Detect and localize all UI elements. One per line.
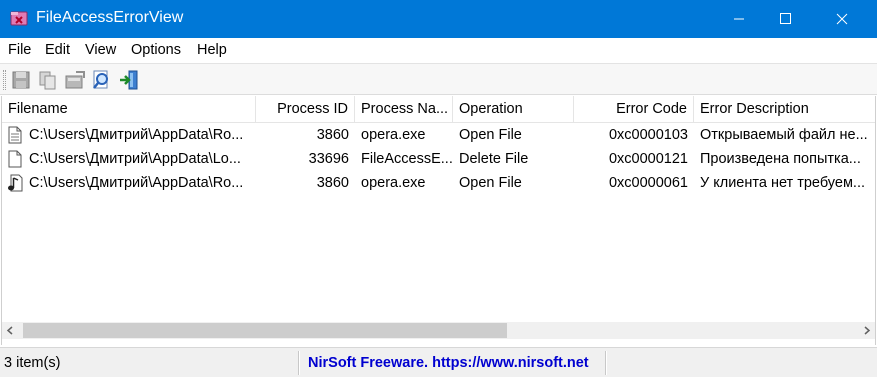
menu-help[interactable]: Help — [197, 42, 227, 58]
column-header-error-code[interactable]: Error Code — [574, 96, 694, 123]
scroll-left-button[interactable] — [2, 322, 19, 339]
cell-error-code: 0xc0000103 — [608, 127, 688, 143]
cell-error-description: Произведена попытка... — [700, 151, 861, 167]
column-header-process-name[interactable]: Process Na... — [355, 96, 453, 123]
cell-process-name: FileAccessE... — [361, 151, 453, 167]
maximize-button[interactable] — [762, 0, 808, 38]
scroll-left-icon — [6, 326, 13, 335]
status-divider — [605, 351, 607, 375]
cell-filename: C:\Users\Дмитрий\AppData\Ro... — [29, 175, 244, 191]
cell-process-id: 33696 — [308, 151, 349, 167]
table-row[interactable]: C:\Users\Дмитрий\AppData\Lo... 33696 Fil… — [2, 147, 875, 171]
blank-file-icon — [8, 150, 22, 168]
table-row[interactable]: C:\Users\Дмитрий\AppData\Ro... 3860 oper… — [2, 123, 875, 147]
file-errors-list[interactable]: Filename Process ID Process Na... Operat… — [1, 96, 876, 345]
minimize-button[interactable] — [716, 0, 762, 38]
menu-options[interactable]: Options — [131, 42, 181, 58]
menu-view[interactable]: View — [85, 42, 116, 58]
properties-icon — [65, 71, 85, 89]
music-file-icon — [8, 174, 23, 192]
toolbar — [0, 63, 877, 95]
cell-error-code: 0xc0000061 — [608, 175, 688, 191]
column-header-filename[interactable]: Filename — [2, 96, 256, 123]
cell-process-name: opera.exe — [361, 127, 426, 143]
maximize-icon — [780, 13, 791, 24]
cell-operation: Open File — [459, 175, 522, 191]
find-button[interactable] — [91, 69, 113, 91]
status-divider — [298, 351, 300, 375]
column-header-operation[interactable]: Operation — [453, 96, 574, 123]
nirsoft-link[interactable]: NirSoft Freeware. https://www.nirsoft.ne… — [308, 352, 589, 374]
cell-filename: C:\Users\Дмитрий\AppData\Ro... — [29, 127, 244, 143]
cell-error-description: Открываемый файл не... — [700, 127, 868, 143]
save-button[interactable] — [10, 69, 32, 91]
save-icon — [12, 71, 30, 89]
horizontal-scrollbar[interactable] — [2, 322, 875, 339]
app-icon — [10, 11, 28, 26]
menu-bar: File Edit View Options Help — [0, 38, 877, 63]
list-header: Filename Process ID Process Na... Operat… — [2, 96, 875, 123]
exit-button[interactable] — [118, 69, 140, 91]
cell-error-description: У клиента нет требуем... — [700, 175, 866, 191]
properties-button[interactable] — [64, 69, 86, 91]
exit-icon — [120, 70, 138, 90]
find-icon — [93, 70, 108, 89]
status-bar: 3 item(s) NirSoft Freeware. https://www.… — [0, 347, 877, 377]
toolbar-grip[interactable] — [3, 70, 6, 90]
close-button[interactable] — [808, 0, 877, 38]
column-header-process-id[interactable]: Process ID — [256, 96, 355, 123]
cell-process-id: 3860 — [316, 127, 349, 143]
cell-operation: Delete File — [459, 151, 529, 167]
document-icon — [8, 126, 22, 144]
item-count: 3 item(s) — [4, 355, 61, 371]
column-header-error-description[interactable]: Error Description — [694, 96, 875, 123]
menu-file[interactable]: File — [8, 42, 31, 58]
copy-icon — [39, 71, 56, 90]
cell-process-name: opera.exe — [361, 175, 426, 191]
scroll-right-button[interactable] — [858, 322, 875, 339]
cell-operation: Open File — [459, 127, 522, 143]
menu-edit[interactable]: Edit — [45, 42, 70, 58]
minimize-icon — [734, 18, 744, 20]
scroll-right-icon — [864, 326, 871, 335]
table-row[interactable]: C:\Users\Дмитрий\AppData\Ro... 3860 oper… — [2, 171, 875, 195]
copy-button[interactable] — [37, 69, 59, 91]
cell-filename: C:\Users\Дмитрий\AppData\Lo... — [29, 151, 241, 167]
cell-process-id: 3860 — [316, 175, 349, 191]
window-title: FileAccessErrorView — [36, 9, 184, 26]
scrollbar-thumb[interactable] — [23, 323, 507, 338]
cell-error-code: 0xc0000121 — [608, 151, 688, 167]
title-bar[interactable]: FileAccessErrorView — [0, 0, 877, 38]
close-icon — [836, 13, 848, 25]
